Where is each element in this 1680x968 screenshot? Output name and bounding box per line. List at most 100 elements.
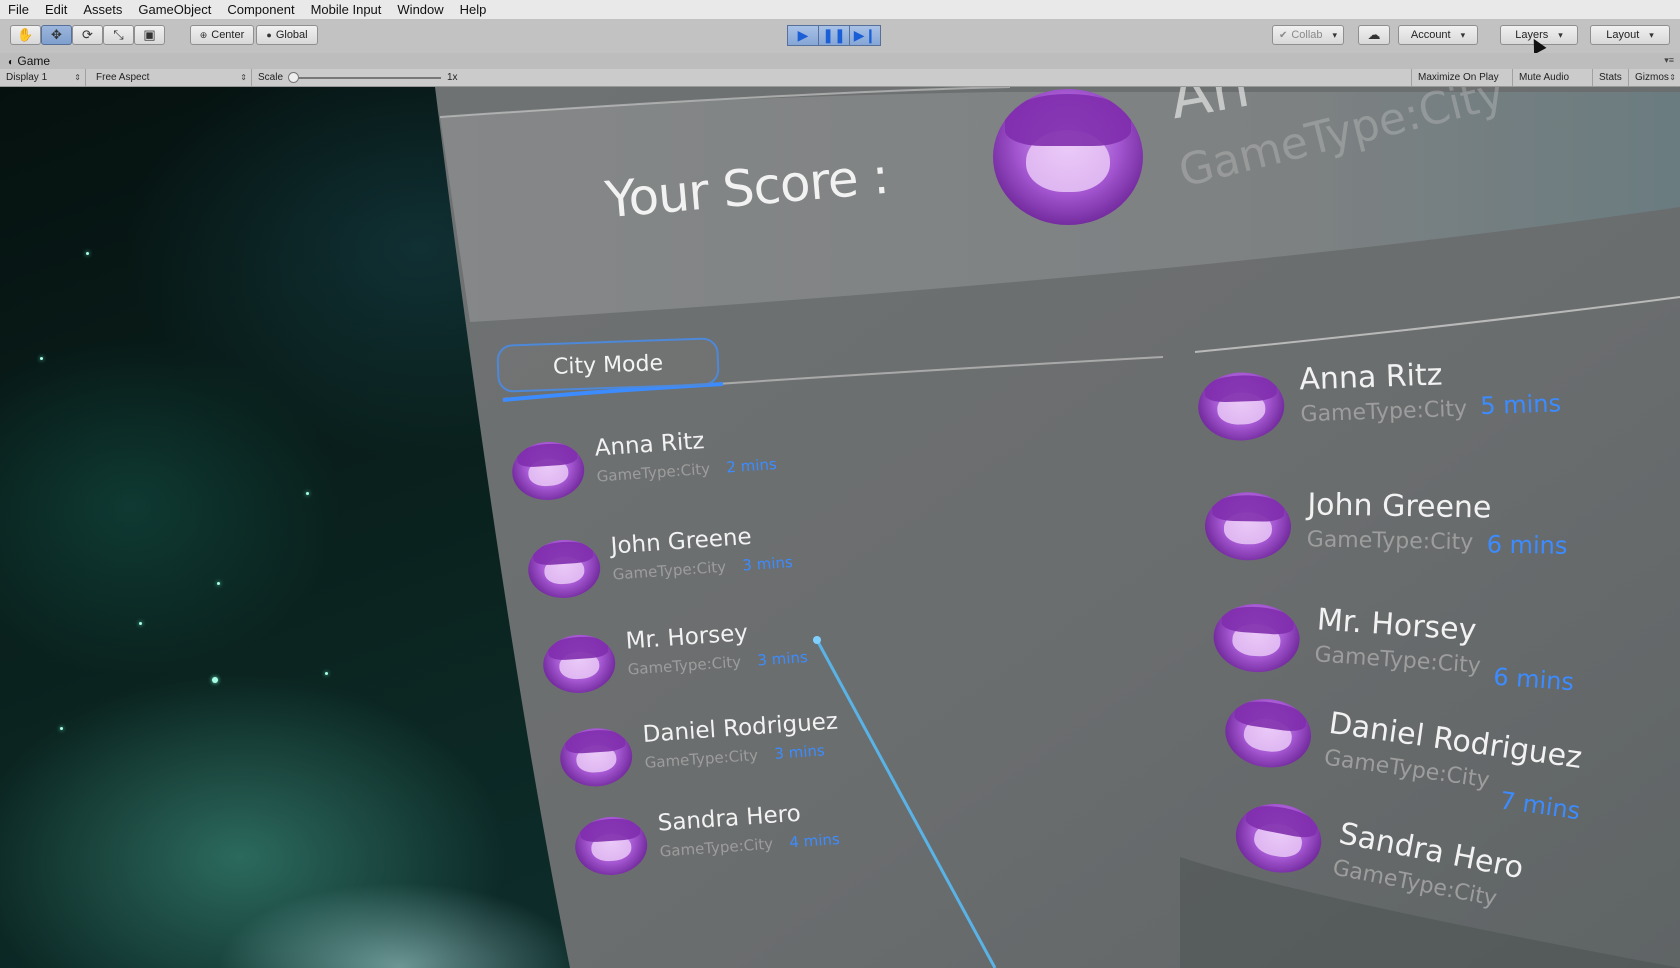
move-icon: ✥ bbox=[51, 27, 62, 42]
tab-menu-icon[interactable]: ▾≡ bbox=[1664, 55, 1674, 66]
display-select[interactable]: Display 1 bbox=[0, 69, 86, 86]
game-tab-icon: ◐ bbox=[8, 57, 15, 68]
play-time: 5 mins bbox=[1479, 389, 1562, 421]
account-dropdown[interactable]: Account bbox=[1398, 25, 1478, 45]
menu-file[interactable]: File bbox=[0, 0, 37, 19]
check-icon: ✔ bbox=[1278, 29, 1288, 41]
list-item[interactable]: John Greene GameType:City 6 mins bbox=[1204, 484, 1605, 571]
layout-label: Layout bbox=[1606, 29, 1640, 41]
aspect-select[interactable]: Free Aspect bbox=[90, 69, 252, 86]
avatar bbox=[1197, 370, 1286, 442]
mute-label: Mute Audio bbox=[1519, 72, 1570, 83]
player-name: Anna Ritz bbox=[1298, 357, 1444, 398]
scale-value: 1x bbox=[447, 72, 458, 83]
pause-button[interactable]: ❚❚ bbox=[818, 25, 850, 46]
stats-label: Stats bbox=[1599, 72, 1622, 83]
game-type: GameType:City bbox=[644, 746, 759, 772]
avatar bbox=[573, 814, 650, 878]
game-type: GameType:City bbox=[612, 557, 727, 584]
pivot-icon: ⊕ bbox=[199, 29, 208, 40]
aspect-label: Free Aspect bbox=[96, 72, 150, 83]
play-time: 2 mins bbox=[725, 455, 778, 477]
menu-component[interactable]: Component bbox=[219, 0, 302, 19]
pivot-label: Center bbox=[211, 29, 245, 41]
game-type: GameType:City bbox=[1313, 642, 1482, 679]
scale-tool-button[interactable]: ⤡ bbox=[103, 25, 134, 45]
scale-label: Scale bbox=[258, 72, 284, 83]
avatar bbox=[541, 632, 618, 696]
layout-dropdown[interactable]: Layout bbox=[1590, 25, 1670, 45]
space-label: Global bbox=[275, 29, 308, 41]
menu-bar: File Edit Assets GameObject Component Mo… bbox=[0, 0, 1680, 19]
avatar bbox=[1211, 601, 1302, 675]
menu-window[interactable]: Window bbox=[389, 0, 451, 19]
avatar bbox=[1220, 693, 1316, 773]
play-time: 4 mins bbox=[788, 830, 841, 852]
collab-label: Collab bbox=[1291, 29, 1323, 41]
mute-audio-toggle[interactable]: Mute Audio bbox=[1513, 69, 1593, 86]
gizmos-label: Gizmos bbox=[1635, 72, 1669, 83]
player-name: John Greene bbox=[1307, 487, 1492, 526]
game-viewport[interactable]: Your Score : An GameType:City City Mode … bbox=[0, 87, 1680, 968]
play-button[interactable]: ▶ bbox=[787, 25, 819, 46]
step-icon: ▶❙ bbox=[853, 27, 877, 43]
tab-game[interactable]: ◐ Game bbox=[8, 53, 50, 69]
collab-button[interactable]: ✔ Collab bbox=[1272, 25, 1344, 45]
menu-mobile-input[interactable]: Mobile Input bbox=[303, 0, 390, 19]
rect-tool-button[interactable]: ▣ bbox=[134, 25, 165, 45]
avatar bbox=[1229, 796, 1328, 880]
avatar bbox=[526, 537, 603, 601]
hand-icon: ✋ bbox=[17, 27, 34, 42]
play-time: 6 mins bbox=[1486, 530, 1568, 560]
scale-slider-track[interactable] bbox=[295, 77, 441, 79]
maximize-label: Maximize On Play bbox=[1418, 72, 1499, 83]
player-name: Anna Ritz bbox=[593, 428, 706, 462]
display-label: Display 1 bbox=[6, 72, 48, 83]
player-name: John Greene bbox=[609, 523, 753, 560]
play-time: 3 mins bbox=[756, 648, 809, 670]
game-type: GameType:City bbox=[627, 652, 742, 679]
maximize-on-play-toggle[interactable]: Maximize On Play bbox=[1411, 69, 1513, 86]
hand-tool-button[interactable]: ✋ bbox=[10, 25, 41, 45]
player-name: Mr. Horsey bbox=[624, 620, 749, 655]
play-time: 6 mins bbox=[1492, 662, 1575, 697]
game-type: GameType:City bbox=[659, 834, 774, 861]
list-item[interactable]: Anna Ritz GameType:City 5 mins bbox=[1197, 350, 1600, 444]
menu-gameobject[interactable]: GameObject bbox=[130, 0, 219, 19]
rotate-icon: ⟳ bbox=[82, 27, 93, 42]
avatar bbox=[1204, 491, 1292, 562]
stats-toggle[interactable]: Stats bbox=[1593, 69, 1629, 86]
cloud-button[interactable]: ☁ bbox=[1358, 25, 1390, 45]
play-icon: ▶ bbox=[797, 27, 809, 43]
menu-help[interactable]: Help bbox=[452, 0, 495, 19]
scale-icon: ⤡ bbox=[113, 27, 124, 42]
cloud-icon: ☁ bbox=[1367, 27, 1381, 42]
player-name: Mr. Horsey bbox=[1315, 602, 1478, 649]
pause-icon: ❚❚ bbox=[822, 27, 846, 43]
avatar bbox=[510, 439, 587, 503]
pivot-center-button[interactable]: ⊕ Center bbox=[190, 25, 254, 45]
gizmos-dropdown[interactable]: Gizmos bbox=[1629, 69, 1680, 86]
play-time: 7 mins bbox=[1498, 786, 1582, 826]
city-mode-label: City Mode bbox=[552, 350, 664, 380]
space-global-button[interactable]: ● Global bbox=[256, 25, 318, 45]
play-time: 3 mins bbox=[773, 741, 826, 763]
menu-edit[interactable]: Edit bbox=[37, 0, 75, 19]
city-mode-button[interactable]: City Mode bbox=[496, 337, 720, 393]
game-type: GameType:City bbox=[1306, 527, 1474, 556]
game-tab-label: Game bbox=[17, 54, 51, 68]
rotate-tool-button[interactable]: ⟳ bbox=[72, 25, 103, 45]
game-tab-bar: ◐ Game ▾≡ bbox=[0, 53, 1680, 69]
menu-assets[interactable]: Assets bbox=[75, 0, 130, 19]
scale-slider-handle[interactable] bbox=[288, 72, 299, 83]
avatar bbox=[558, 725, 635, 789]
step-button[interactable]: ▶❙ bbox=[849, 25, 881, 46]
rect-icon: ▣ bbox=[143, 27, 156, 42]
account-label: Account bbox=[1410, 29, 1451, 41]
move-tool-button[interactable]: ✥ bbox=[41, 25, 72, 45]
player-avatar bbox=[993, 89, 1143, 225]
play-time: 3 mins bbox=[741, 553, 794, 575]
play-controls: ▶ ❚❚ ▶❙ bbox=[787, 25, 881, 46]
game-type: GameType:City bbox=[1300, 396, 1468, 428]
game-type: GameType:City bbox=[596, 459, 711, 486]
